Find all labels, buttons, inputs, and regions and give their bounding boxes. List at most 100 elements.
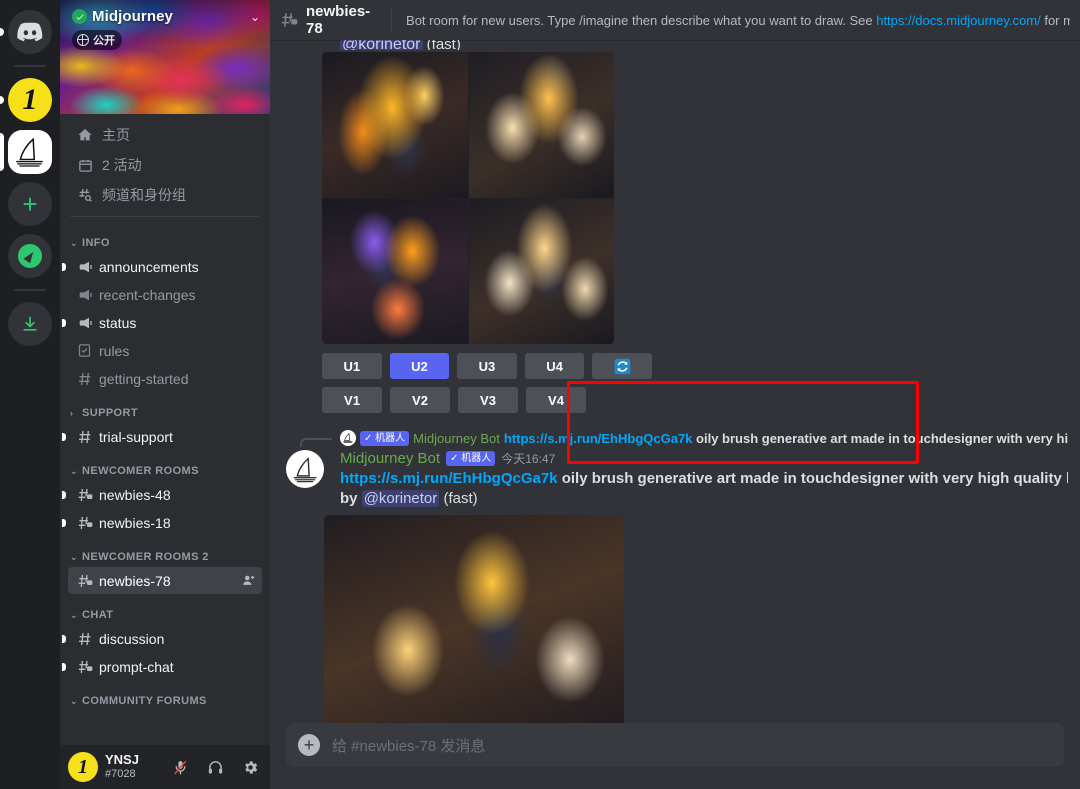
avatar[interactable]: 1 (68, 752, 98, 782)
add-server-button[interactable]: + (8, 182, 52, 226)
variation-v4-button[interactable]: V4 (526, 387, 586, 413)
mention-chip[interactable]: @korinetor (361, 490, 440, 508)
server-rail-item-explore[interactable] (0, 234, 60, 278)
category-chat[interactable]: ⌄ CHAT (60, 595, 270, 624)
server-rail-item-add[interactable]: + (0, 182, 60, 226)
mute-microphone-button[interactable] (166, 753, 194, 781)
bot-badge: ✓ 机器人 (360, 430, 410, 446)
reroll-button[interactable] (592, 353, 652, 379)
server-rail-item-home[interactable] (0, 10, 60, 54)
reply-preview-link[interactable]: https://s.mj.run/EhHbgQcGa7k (504, 431, 693, 446)
verified-badge-icon (72, 9, 87, 24)
reply-avatar (340, 430, 356, 446)
attach-file-button[interactable]: + (298, 734, 320, 756)
sidebar-item-discussion[interactable]: discussion (62, 625, 262, 652)
channel-label: newbies-18 (99, 514, 171, 531)
message-content-column: Midjourney Bot ✓ 机器人 今天16:47 https://s.m… (324, 448, 1068, 509)
sidebar-item-newbies-48[interactable]: newbies-48 (62, 481, 262, 508)
sidebar-nav-channels-roles[interactable]: 频道和身份组 (68, 180, 262, 210)
channel-sidebar: Midjourney ⌄ 公开 主页 2 活动 频道和身份组 ⌄ INFO an… (60, 0, 270, 789)
reply-author-name[interactable]: Midjourney Bot (413, 431, 500, 446)
sidebar-item-getting-started[interactable]: getting-started (68, 365, 262, 392)
message-header: Midjourney Bot ✓ 机器人 今天16:47 (340, 448, 1068, 469)
unread-indicator (62, 318, 66, 327)
server-rail-item-one[interactable]: 1 (0, 78, 60, 122)
speed-mode-label: (fast) (439, 490, 478, 508)
upscale-u1-button[interactable]: U1 (322, 353, 382, 379)
download-apps-button[interactable] (8, 302, 52, 346)
message-link[interactable]: https://s.mj.run/EhHbgQcGa7k (340, 470, 558, 487)
main-content: newbies-78 Bot room for new users. Type … (270, 0, 1080, 789)
explore-servers-button[interactable] (8, 234, 52, 278)
sidebar-item-newbies-18[interactable]: newbies-18 (62, 509, 262, 536)
upscaled-image-attachment[interactable] (324, 515, 624, 723)
sidebar-item-newbies-78[interactable]: newbies-78 (68, 567, 262, 594)
message-input-placeholder[interactable]: 给 #newbies-78 发消息 (332, 735, 1048, 756)
mention-chip[interactable]: @korinetor (340, 40, 423, 50)
user-settings-button[interactable] (236, 753, 264, 781)
sidebar-item-prompt-chat[interactable]: prompt-chat (62, 653, 262, 680)
server-banner[interactable]: Midjourney ⌄ 公开 (60, 0, 270, 114)
message-text: https://s.mj.run/EhHbgQcGa7k oily brush … (340, 469, 1068, 488)
reply-context[interactable]: ✓ 机器人 Midjourney Bot https://s.mj.run/Eh… (270, 429, 1068, 447)
category-community-forums[interactable]: ⌄ COMMUNITY FORUMS (60, 681, 270, 710)
server-privacy-badge: 公开 (72, 30, 122, 50)
category-info[interactable]: ⌄ INFO (60, 223, 270, 252)
grid-image-4[interactable] (468, 198, 614, 344)
channel-topic-link[interactable]: https://docs.midjourney.com/ (876, 13, 1041, 28)
channel-label: getting-started (99, 370, 189, 387)
category-newcomer-rooms[interactable]: ⌄ NEWCOMER ROOMS (60, 451, 270, 480)
chevron-right-icon: › (70, 408, 74, 418)
upscale-u4-button[interactable]: U4 (524, 353, 585, 379)
gear-icon (244, 760, 257, 774)
variation-v2-button[interactable]: V2 (390, 387, 450, 413)
server-header[interactable]: Midjourney ⌄ (72, 8, 260, 25)
topbar-divider (391, 8, 393, 32)
sidebar-nav-events[interactable]: 2 活动 (68, 150, 262, 180)
deafen-button[interactable] (201, 753, 229, 781)
sidebar-nav-home[interactable]: 主页 (68, 120, 262, 150)
channel-label: recent-changes (99, 286, 196, 303)
server-selected-pill (0, 133, 4, 171)
add-member-icon[interactable] (241, 573, 256, 588)
discord-home-button[interactable] (8, 10, 52, 54)
sidebar-item-recent-changes[interactable]: recent-changes (68, 281, 262, 308)
user-discriminator: #7028 (105, 768, 136, 781)
compass-icon (18, 244, 42, 268)
chevron-down-icon[interactable]: ⌄ (250, 10, 260, 24)
rules-icon (76, 343, 93, 358)
grid-image-3[interactable] (322, 198, 468, 344)
home-icon (76, 127, 94, 143)
server-one-avatar-label: 1 (22, 83, 38, 116)
upscale-u2-button[interactable]: U2 (389, 353, 450, 379)
variation-v1-button[interactable]: V1 (322, 387, 382, 413)
sidebar-item-rules[interactable]: rules (68, 337, 262, 364)
chevron-down-icon: ⌄ (70, 695, 78, 706)
user-info[interactable]: YNSJ #7028 (105, 752, 159, 781)
rail-divider (14, 65, 46, 67)
midjourney-sailboat-icon (293, 456, 316, 482)
server-midjourney-button[interactable] (8, 130, 52, 174)
reply-preview-text: https://s.mj.run/EhHbgQcGa7k oily brush … (504, 431, 1068, 446)
sidebar-item-trial-support[interactable]: trial-support (62, 423, 262, 450)
variation-v3-button[interactable]: V3 (458, 387, 518, 413)
category-support[interactable]: › SUPPORT (60, 393, 270, 422)
channel-list-scroll[interactable]: 主页 2 活动 频道和身份组 ⌄ INFO announcements rece… (60, 114, 270, 745)
message-composer[interactable]: + 给 #newbies-78 发消息 (286, 723, 1064, 767)
sidebar-item-announcements[interactable]: announcements (62, 253, 262, 280)
server-rail-item-midjourney[interactable] (0, 130, 60, 174)
category-newcomer-rooms-2[interactable]: ⌄ NEWCOMER ROOMS 2 (60, 537, 270, 566)
message-list[interactable]: @korinetor (fast) U1 U2 U3 U4 V1 V2 V3 V… (270, 40, 1080, 723)
category-info-label: INFO (82, 237, 110, 249)
image-grid-attachment[interactable] (322, 52, 614, 344)
message-author[interactable]: Midjourney Bot (340, 450, 440, 467)
grid-image-2[interactable] (468, 52, 614, 198)
sidebar-nav-events-label: 2 活动 (102, 157, 142, 173)
grid-image-1[interactable] (322, 52, 468, 198)
user-panel: 1 YNSJ #7028 (60, 745, 270, 789)
server-one-button[interactable]: 1 (8, 78, 52, 122)
server-rail-item-download[interactable] (0, 302, 60, 346)
avatar[interactable] (286, 450, 324, 488)
sidebar-item-status[interactable]: status (62, 309, 262, 336)
upscale-u3-button[interactable]: U3 (457, 353, 517, 379)
